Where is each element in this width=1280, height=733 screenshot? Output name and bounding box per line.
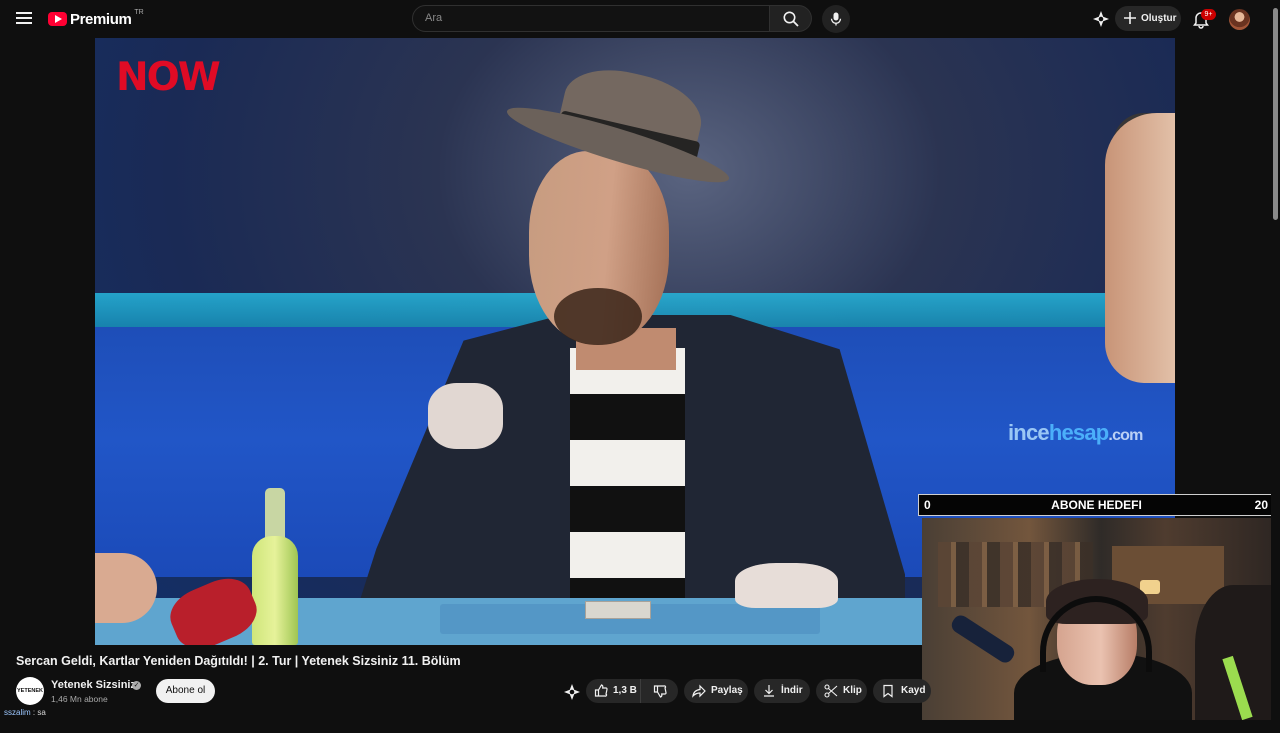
download-icon: [764, 685, 774, 697]
hand-on-table: [735, 563, 838, 608]
drink-bottle: [250, 488, 300, 645]
thumbs-down-icon: [653, 685, 667, 698]
download-label: İndir: [781, 685, 803, 696]
dislike-button[interactable]: [640, 679, 678, 703]
channel-avatar[interactable]: YETENEK SIZSINIZ: [16, 677, 44, 722]
like-button[interactable]: 1,3 B: [586, 679, 640, 703]
striped-shirt: [570, 348, 685, 600]
goal-target: 20: [1254, 498, 1268, 512]
thumbs-up-icon: [594, 684, 608, 697]
menu-icon[interactable]: [14, 9, 34, 29]
channel-name[interactable]: Yetenek Sizsiniz: [51, 679, 136, 691]
voice-search-button[interactable]: [822, 5, 850, 33]
channel-brand-overlay: NOW: [116, 55, 221, 100]
share-label: Paylaş: [711, 685, 743, 696]
download-button[interactable]: İndir: [754, 679, 810, 703]
guest-right: [1105, 113, 1175, 383]
raised-hand: [428, 383, 503, 449]
like-count: 1,3 B: [613, 685, 637, 696]
youtube-premium-logo[interactable]: Premium TR: [48, 9, 144, 29]
search-button[interactable]: [770, 5, 812, 32]
performer-beard: [554, 288, 642, 345]
chat-message: sszalim : sa: [4, 708, 46, 717]
card-deck: [585, 601, 651, 619]
webcam-overlay: [922, 518, 1280, 720]
subscriber-count: 1,46 Mn abone: [51, 694, 108, 704]
video-title: Sercan Geldi, Kartlar Yeniden Dağıtıldı!…: [16, 654, 461, 668]
bottle-neck: [265, 488, 285, 540]
chat-username: sszalim: [4, 708, 31, 717]
website-watermark: incehesap.com: [1008, 420, 1143, 446]
watermark-text-hesap: hesap: [1048, 420, 1109, 445]
microphone-icon: [830, 12, 842, 26]
share-icon: [692, 684, 706, 698]
goal-title: ABONE HEDEFI: [1051, 498, 1142, 512]
scissors-icon: [824, 684, 838, 698]
logo-label: Premium: [70, 10, 132, 28]
share-button[interactable]: Paylaş: [684, 679, 748, 703]
region-label: TR: [134, 8, 144, 16]
scrollbar-thumb[interactable]: [1273, 8, 1278, 220]
chat-text: sa: [37, 708, 46, 717]
search-input[interactable]: Ara: [412, 5, 770, 32]
plus-icon: [1124, 12, 1136, 24]
clip-label: Klip: [843, 685, 862, 696]
search-icon: [783, 11, 799, 27]
sparkle-icon[interactable]: [1092, 10, 1110, 28]
save-button[interactable]: Kayd: [873, 679, 931, 703]
top-navigation-bar: Premium TR Ara Oluştur 9+: [0, 0, 1280, 38]
verified-icon: ✓: [132, 681, 141, 690]
page-scrollbar[interactable]: [1271, 0, 1280, 720]
save-label: Kayd: [901, 685, 926, 696]
chat-separator: :: [32, 708, 36, 717]
youtube-logo-icon: [48, 12, 67, 26]
create-button[interactable]: Oluştur: [1115, 6, 1181, 31]
watermark-text-domain: .com: [1108, 427, 1143, 444]
subscribe-button[interactable]: Abone ol: [156, 679, 215, 703]
watermark-text-ince: ince: [1008, 420, 1050, 445]
bookmark-icon: [883, 684, 893, 698]
notification-badge: 9+: [1201, 9, 1216, 20]
subscriber-goal-bar: 0 ABONE HEDEFI 20: [918, 494, 1275, 516]
avatar[interactable]: [1229, 9, 1250, 30]
create-label: Oluştur: [1141, 13, 1177, 24]
ask-sparkle-icon[interactable]: [563, 683, 581, 701]
clip-button[interactable]: Klip: [816, 679, 867, 703]
bottle-body: [252, 536, 298, 645]
